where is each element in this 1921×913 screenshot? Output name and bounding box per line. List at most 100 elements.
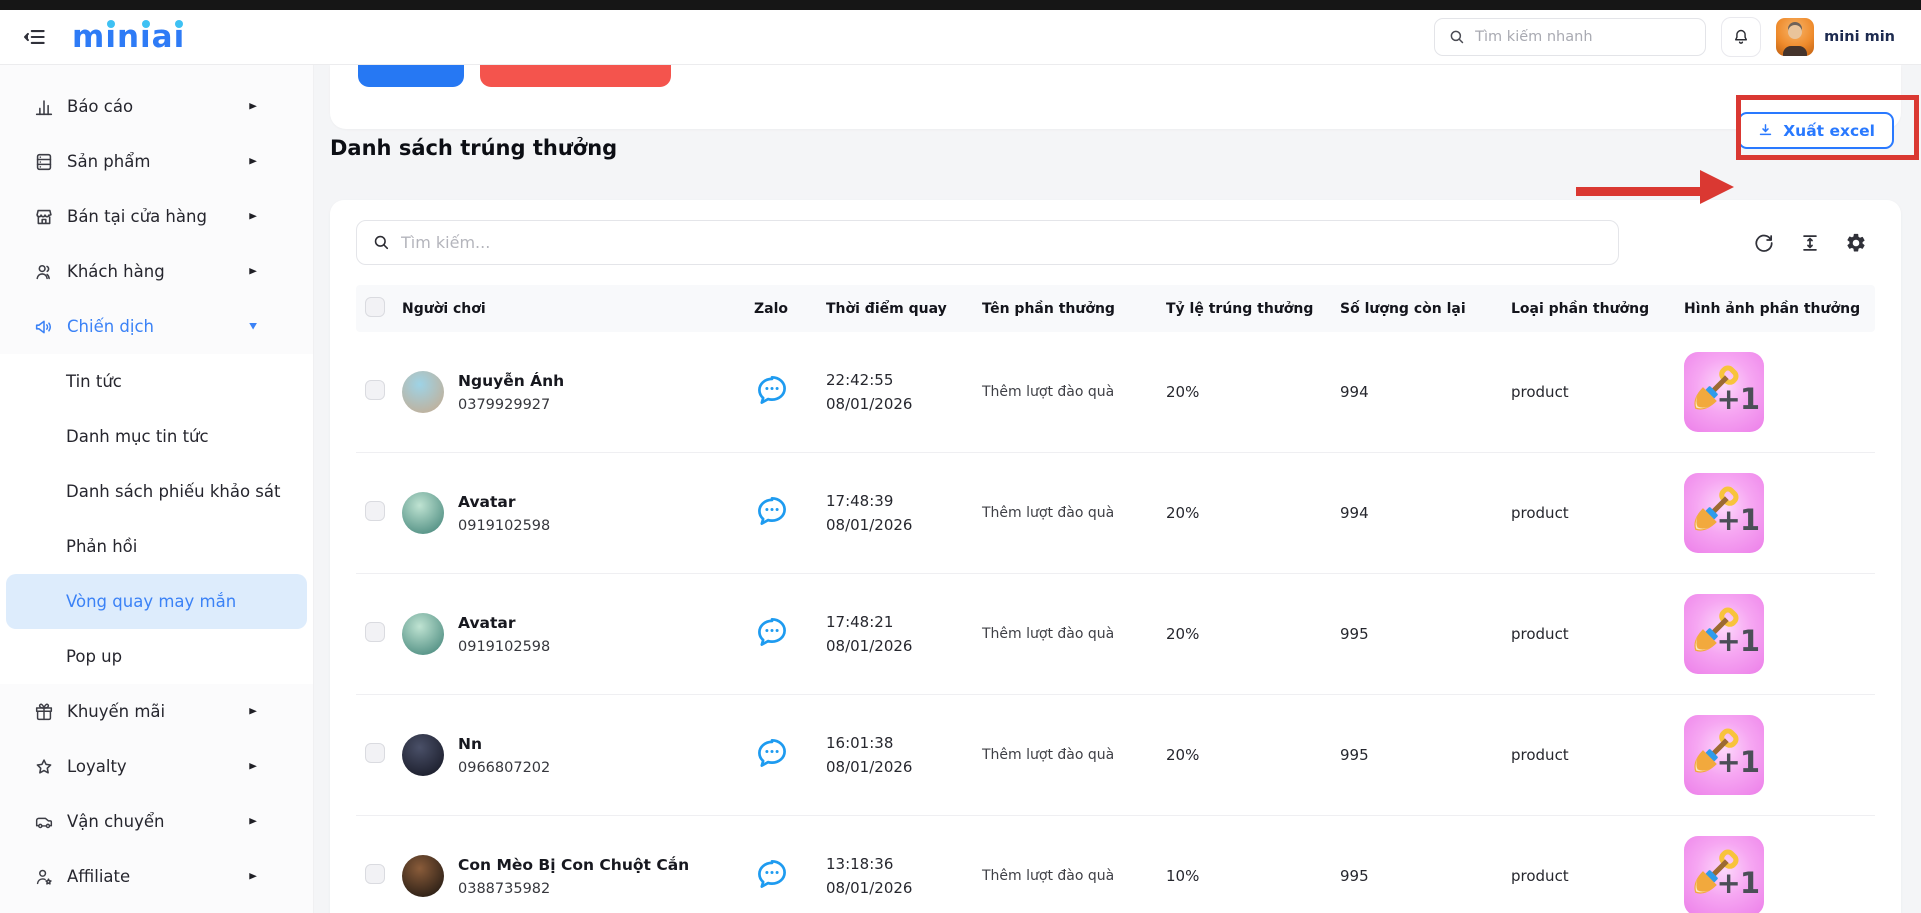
- spin-time: 16:01:38: [826, 731, 974, 755]
- sidebar-item-san-pham[interactable]: Sản phẩm ▶: [0, 134, 313, 189]
- user-avatar: [1776, 18, 1814, 56]
- zalo-chat-icon[interactable]: [754, 735, 790, 771]
- column-header-remaining: Số lượng còn lại: [1332, 301, 1503, 317]
- spin-time: 17:48:21: [826, 610, 974, 634]
- submenu-item-tin-tuc[interactable]: Tin tức: [0, 354, 313, 409]
- chevron-right-icon: ▶: [249, 267, 257, 276]
- row-checkbox[interactable]: [365, 380, 385, 400]
- sidebar-item-van-chuyen[interactable]: Vận chuyển ▶: [0, 794, 313, 849]
- table-search-box: [356, 220, 1619, 265]
- sidebar-item-affiliate[interactable]: Affiliate ▶: [0, 849, 313, 904]
- select-all-checkbox[interactable]: [365, 297, 385, 317]
- sidebar-item-label: Báo cáo: [67, 97, 237, 116]
- row-checkbox[interactable]: [365, 864, 385, 884]
- row-checkbox[interactable]: [365, 622, 385, 642]
- prize-image: +1: [1684, 836, 1764, 913]
- sidebar-item-label: Loyalty: [67, 757, 237, 776]
- column-header-spin-time: Thời điểm quay: [818, 301, 974, 317]
- player-name: Nn: [458, 735, 550, 753]
- spin-time: 13:18:36: [826, 852, 974, 876]
- partial-red-button[interactable]: [480, 65, 671, 87]
- prize-name: Thêm lượt đào quà: [974, 747, 1158, 763]
- download-icon: [1757, 122, 1774, 139]
- chevron-down-icon: ▼: [249, 322, 257, 331]
- zalo-chat-icon[interactable]: [754, 493, 790, 529]
- spin-date: 08/01/2026: [826, 755, 974, 779]
- sidebar-item-label: Chiến dịch: [67, 317, 237, 336]
- export-excel-button[interactable]: Xuất excel: [1738, 112, 1894, 149]
- brand-logo[interactable]: mınıaı: [72, 20, 185, 54]
- store-icon: [33, 206, 55, 228]
- prize-plus-badge: +1: [1717, 503, 1759, 537]
- prize-type: product: [1503, 746, 1676, 764]
- prize-type: product: [1503, 625, 1676, 643]
- spin-date: 08/01/2026: [826, 392, 974, 416]
- product-icon: [33, 151, 55, 173]
- chevron-right-icon: ▶: [249, 817, 257, 826]
- table-row: Avatar 0919102598 17:48:39 08/01/2026 Th…: [356, 453, 1875, 574]
- user-menu[interactable]: mini min: [1776, 18, 1895, 56]
- annotation-arrow: [1576, 187, 1701, 196]
- player-name: Con Mèo Bị Con Chuột Cắn: [458, 856, 689, 874]
- sidebar-item-ban-tai-cua-hang[interactable]: Bán tại cửa hàng ▶: [0, 189, 313, 244]
- chevron-right-icon: ▶: [249, 707, 257, 716]
- sidebar-item-label: Sản phẩm: [67, 152, 237, 171]
- sidebar-item-label: Affiliate: [67, 867, 237, 886]
- customers-icon: [33, 261, 55, 283]
- sidebar-item-loyalty[interactable]: Loyalty ▶: [0, 739, 313, 794]
- prize-name: Thêm lượt đào quà: [974, 868, 1158, 884]
- sidebar-item-bao-cao[interactable]: Báo cáo ▶: [0, 79, 313, 134]
- sidebar-item-khuyen-mai[interactable]: Khuyến mãi ▶: [0, 684, 313, 739]
- username: mini min: [1824, 29, 1895, 45]
- win-rate: 20%: [1158, 504, 1332, 522]
- sidebar-item-chien-dich[interactable]: Chiến dịch ▼: [0, 299, 313, 354]
- refresh-icon[interactable]: [1753, 232, 1775, 254]
- table-row: Nguyễn Ánh 0379929927 22:42:55 08/01/202…: [356, 332, 1875, 453]
- player-avatar: [402, 613, 444, 655]
- win-rate: 20%: [1158, 383, 1332, 401]
- partial-blue-button[interactable]: [358, 65, 464, 87]
- player-name: Avatar: [458, 493, 550, 511]
- row-checkbox[interactable]: [365, 743, 385, 763]
- prize-name: Thêm lượt đào quà: [974, 505, 1158, 521]
- player-name: Nguyễn Ánh: [458, 372, 564, 390]
- submenu-item-danh-muc-tin-tuc[interactable]: Danh mục tin tức: [0, 409, 313, 464]
- submenu-item-phieu-khao-sat[interactable]: Danh sách phiếu khảo sát: [0, 464, 313, 519]
- player-avatar: [402, 855, 444, 897]
- notifications-button[interactable]: [1721, 17, 1761, 57]
- column-header-prize-name: Tên phần thưởng: [974, 301, 1158, 317]
- player-phone: 0919102598: [458, 518, 550, 534]
- megaphone-icon: [33, 316, 55, 338]
- table-row: Nn 0966807202 16:01:38 08/01/2026 Thêm l…: [356, 695, 1875, 816]
- zalo-chat-icon[interactable]: [754, 372, 790, 408]
- player-phone: 0966807202: [458, 760, 550, 776]
- quick-search-input[interactable]: [1475, 29, 1692, 45]
- submenu-item-vong-quay-may-man[interactable]: Vòng quay may mắn: [6, 574, 307, 629]
- submenu-item-phan-hoi[interactable]: Phản hồi: [0, 519, 313, 574]
- sidebar-item-khach-hang[interactable]: Khách hàng ▶: [0, 244, 313, 299]
- prize-type: product: [1503, 504, 1676, 522]
- app-window: mınıaı mini min Báo cáo: [0, 0, 1921, 913]
- main-content: Danh sách trúng thưởng Xuất excel: [314, 65, 1921, 913]
- zalo-chat-icon[interactable]: [754, 856, 790, 892]
- sidebar-item-label: Khuyến mãi: [67, 702, 237, 721]
- zalo-chat-icon[interactable]: [754, 614, 790, 650]
- truck-icon: [33, 811, 55, 833]
- win-rate: 10%: [1158, 867, 1332, 885]
- spin-time: 22:42:55: [826, 368, 974, 392]
- prize-plus-badge: +1: [1717, 624, 1759, 658]
- sidebar-item-label: Khách hàng: [67, 262, 237, 281]
- player-phone: 0388735982: [458, 881, 689, 897]
- chevron-right-icon: ▶: [249, 157, 257, 166]
- player-phone: 0919102598: [458, 639, 550, 655]
- table-search-input[interactable]: [401, 233, 1603, 252]
- settings-icon[interactable]: [1845, 232, 1867, 254]
- collapse-sidebar-icon[interactable]: [20, 22, 50, 52]
- row-height-icon[interactable]: [1799, 232, 1821, 254]
- column-header-prize-type: Loại phần thưởng: [1503, 301, 1676, 317]
- prize-plus-badge: +1: [1717, 382, 1759, 416]
- row-checkbox[interactable]: [365, 501, 385, 521]
- submenu-item-pop-up[interactable]: Pop up: [0, 629, 313, 684]
- page-title: Danh sách trúng thưởng: [330, 137, 617, 159]
- sidebar: Báo cáo ▶ Sản phẩm ▶ Bán tại cửa hàng ▶: [0, 65, 314, 913]
